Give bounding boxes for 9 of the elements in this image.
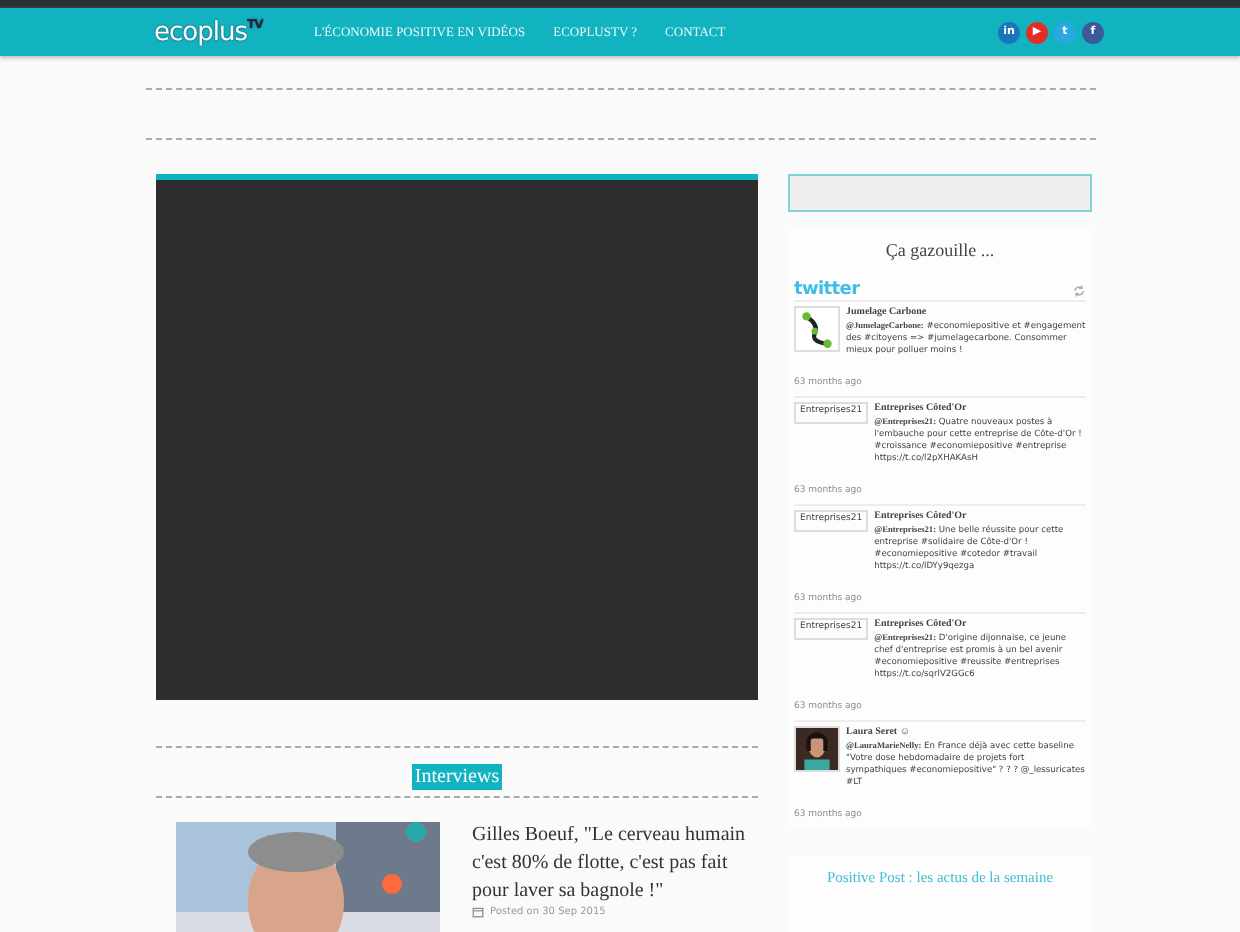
widget-title: Ça gazouille ... [883, 238, 997, 264]
calendar-icon [472, 906, 484, 918]
refresh-icon[interactable] [1072, 283, 1086, 297]
article-title[interactable]: Gilles Boeuf, "Le cerveau humain c'est 80% de flotte, c'est pas fait pour laver sa bagnole !" [472, 822, 758, 906]
logo[interactable]: ecoplus$^{TV}$ [154, 17, 290, 47]
video-player[interactable] [156, 174, 758, 700]
section-title: Interviews [412, 764, 502, 790]
search-field[interactable] [788, 174, 1092, 212]
twitter-logo: twitter [794, 280, 860, 300]
